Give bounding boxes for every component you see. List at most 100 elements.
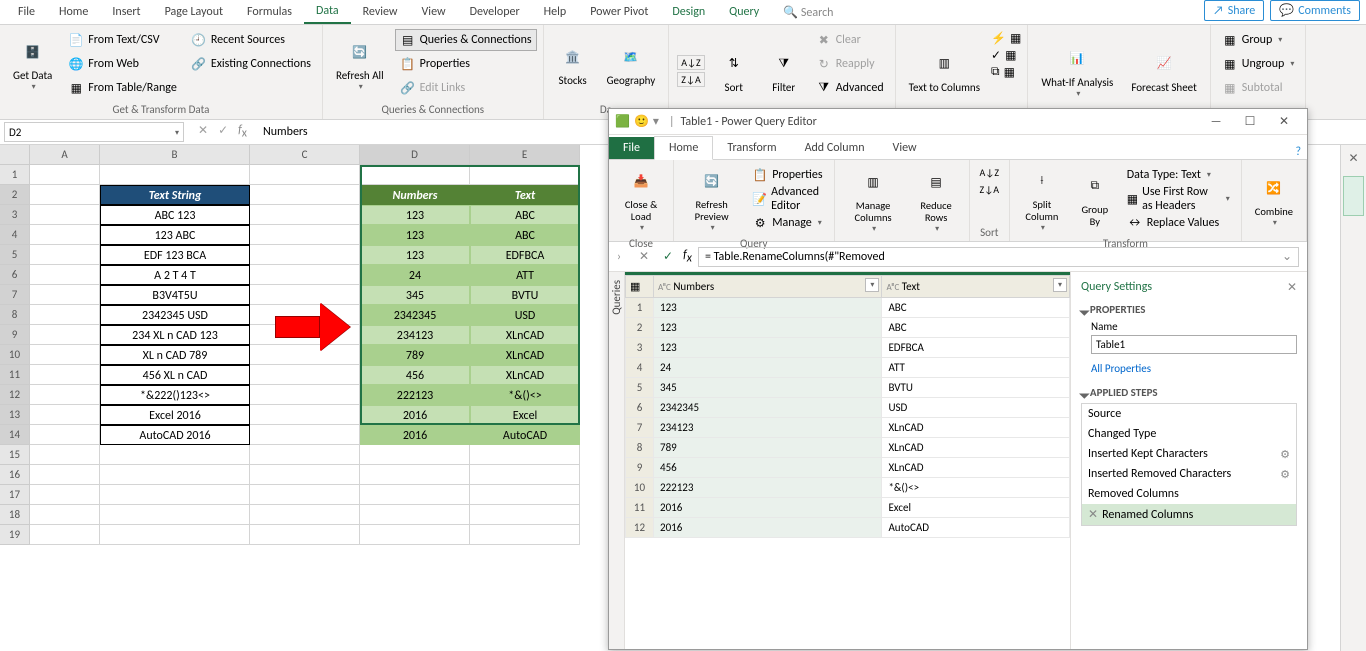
pq-cell[interactable]: ABC (882, 298, 1070, 318)
filter-dropdown-icon[interactable]: ▾ (865, 278, 879, 292)
pq-row-number[interactable]: 3 (626, 338, 654, 358)
comments-button[interactable]: 💬Comments (1270, 0, 1360, 21)
cell[interactable] (250, 445, 360, 465)
pq-tab-transform[interactable]: Transform (713, 137, 790, 159)
cell[interactable] (360, 525, 470, 545)
cell[interactable]: Numbers (360, 185, 470, 205)
gear-icon[interactable]: ⚙ (1280, 448, 1290, 461)
cell[interactable]: 456 (360, 365, 470, 385)
cell[interactable] (470, 485, 580, 505)
cell[interactable] (100, 465, 250, 485)
queries-connections[interactable]: ▤Queries & Connections (395, 29, 537, 51)
pq-cell[interactable]: 789 (654, 438, 882, 458)
cell[interactable] (30, 265, 100, 285)
cell[interactable]: *&222()123<> (100, 385, 250, 405)
pq-cell[interactable]: ABC (882, 318, 1070, 338)
maximize-icon[interactable]: ☐ (1233, 114, 1267, 129)
tab-view[interactable]: View (410, 1, 458, 23)
cell[interactable] (250, 225, 360, 245)
pq-cell[interactable]: 24 (654, 358, 882, 378)
sort-asc-icon[interactable]: A↓Z (980, 166, 1000, 179)
cell[interactable] (30, 305, 100, 325)
chevron-down-icon[interactable] (173, 125, 179, 139)
row-header[interactable]: 15 (0, 445, 30, 465)
cell[interactable] (30, 325, 100, 345)
cell[interactable]: 123 (360, 245, 470, 265)
col-header[interactable]: D (360, 145, 470, 165)
flash-fill-icon[interactable]: ⚡ (991, 31, 1006, 46)
sort-za-icon[interactable]: Z↓A (677, 72, 705, 87)
pq-cell[interactable]: 123 (654, 338, 882, 358)
cell[interactable] (470, 525, 580, 545)
cell[interactable]: 2016 (360, 425, 470, 445)
filter-button[interactable]: ⧩Filter (761, 27, 807, 114)
gear-icon[interactable]: ⚙ (1280, 468, 1290, 481)
cell[interactable] (100, 505, 250, 525)
cell[interactable]: ABC 123 (100, 205, 250, 225)
stocks-button[interactable]: 🏛️Stocks (550, 27, 596, 101)
row-header[interactable]: 5 (0, 245, 30, 265)
cell[interactable] (250, 485, 360, 505)
cell[interactable] (250, 265, 360, 285)
cell[interactable] (250, 425, 360, 445)
close-icon[interactable]: ✕ (1267, 114, 1301, 129)
manage-columns[interactable]: ▥Manage Columns (841, 162, 906, 238)
tab-developer[interactable]: Developer (458, 1, 532, 23)
select-all[interactable]: ▦ (626, 276, 654, 298)
row-header[interactable]: 8 (0, 305, 30, 325)
tab-data[interactable]: Data (304, 0, 351, 24)
cell[interactable]: 2342345 (360, 305, 470, 325)
cell[interactable] (30, 505, 100, 525)
recent-sources[interactable]: 🕘Recent Sources (186, 29, 316, 51)
cell[interactable]: ABC (470, 205, 580, 225)
cell[interactable]: Text (470, 185, 580, 205)
cell[interactable] (30, 465, 100, 485)
pq-row-number[interactable]: 9 (626, 458, 654, 478)
step-item[interactable]: Removed Columns (1082, 484, 1296, 504)
pq-cell[interactable]: 123 (654, 298, 882, 318)
share-button[interactable]: ↗Share (1204, 0, 1264, 21)
tab-page-layout[interactable]: Page Layout (153, 1, 235, 23)
cell[interactable] (250, 165, 360, 185)
row-header[interactable]: 17 (0, 485, 30, 505)
help-icon[interactable]: ? (1289, 145, 1307, 159)
cell[interactable] (100, 485, 250, 505)
pq-row-number[interactable]: 2 (626, 318, 654, 338)
cell[interactable]: 123 (360, 225, 470, 245)
cell[interactable] (30, 485, 100, 505)
pq-cell[interactable]: 2016 (654, 518, 882, 538)
split-column[interactable]: ⟊Split Column (1016, 162, 1068, 236)
advanced-editor[interactable]: 📝Advanced Editor (747, 188, 827, 210)
get-data-button[interactable]: 🗄️ Get Data (6, 27, 59, 101)
whatif-button[interactable]: 📊What-If Analysis (1034, 27, 1120, 114)
cell[interactable]: Excel (470, 405, 580, 425)
cell[interactable]: Excel 2016 (100, 405, 250, 425)
reduce-rows[interactable]: ▤Reduce Rows (910, 162, 963, 238)
applied-steps-header[interactable]: APPLIED STEPS (1081, 386, 1297, 399)
cell[interactable]: 123 (360, 205, 470, 225)
cell[interactable]: BVTU (470, 285, 580, 305)
queries-pane-collapsed[interactable]: ✕ (1340, 145, 1366, 651)
cell[interactable] (30, 205, 100, 225)
pq-row-number[interactable]: 6 (626, 398, 654, 418)
pq-cell[interactable]: BVTU (882, 378, 1070, 398)
cell[interactable] (100, 445, 250, 465)
col-header[interactable]: E (470, 145, 580, 165)
row-header[interactable]: 12 (0, 385, 30, 405)
pq-cell[interactable]: AutoCAD (882, 518, 1070, 538)
cell[interactable] (100, 525, 250, 545)
tab-formulas[interactable]: Formulas (235, 1, 304, 23)
cell[interactable] (250, 185, 360, 205)
cancel-icon[interactable]: ✕ (635, 249, 653, 264)
cell[interactable] (250, 385, 360, 405)
pq-tab-file[interactable]: File (609, 137, 654, 159)
dropdown-icon[interactable]: ▾ (653, 114, 659, 129)
cell[interactable] (360, 445, 470, 465)
pq-cell[interactable]: XLnCAD (882, 418, 1070, 438)
cell[interactable] (250, 465, 360, 485)
pq-row-number[interactable]: 5 (626, 378, 654, 398)
cell[interactable]: 456 XL n CAD (100, 365, 250, 385)
sort-az-icon[interactable]: A↓Z (677, 55, 705, 70)
queries-panel-collapsed[interactable]: Queries (609, 272, 625, 649)
name-box[interactable] (4, 122, 184, 142)
